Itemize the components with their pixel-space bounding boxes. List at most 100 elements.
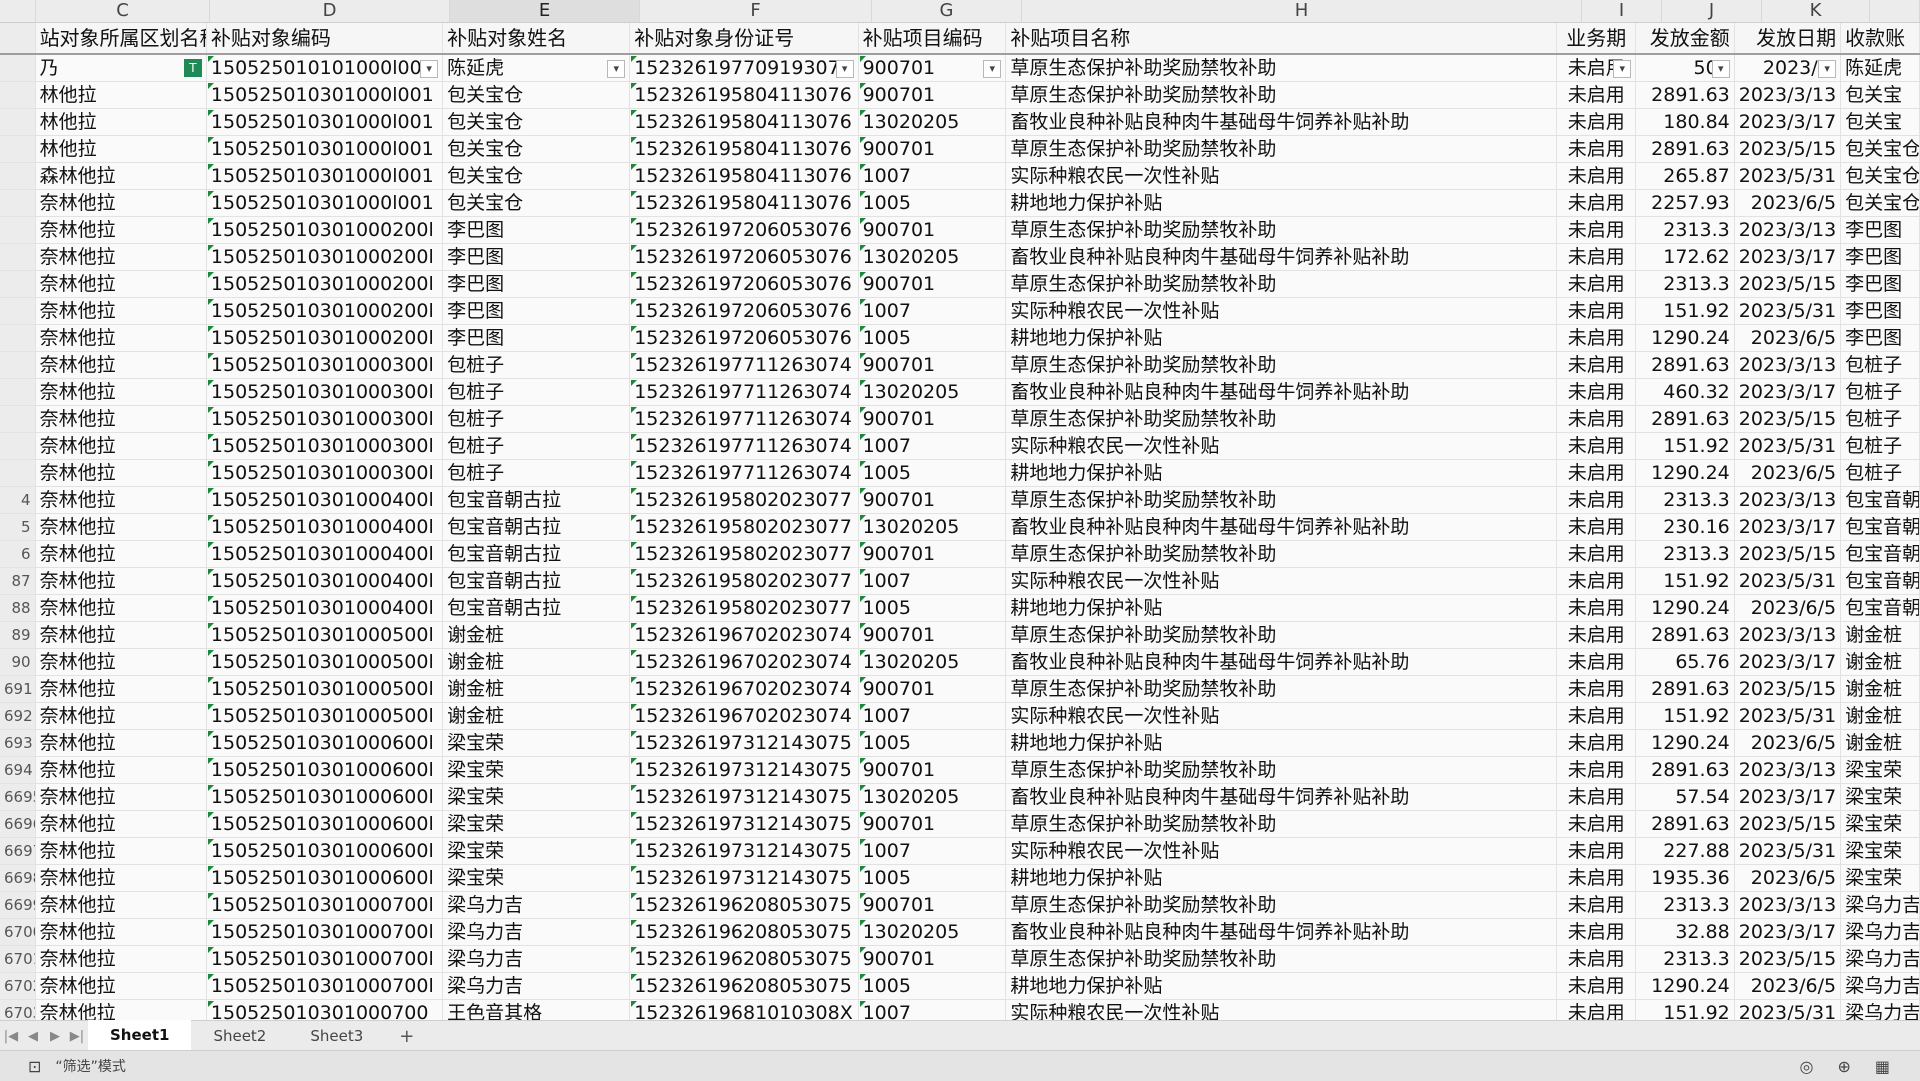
id-number-cell[interactable]: 152326197709193070 ▾ (630, 55, 859, 81)
business-period-cell[interactable]: 未启用 ▾ (1557, 55, 1637, 81)
payee-cell[interactable]: 包宝音朝古拉 (1841, 541, 1920, 567)
region-cell[interactable]: 奈林他拉 (36, 244, 207, 270)
filter-dropdown-icon[interactable]: ▾ (420, 60, 439, 78)
header-business-period[interactable]: 业务期 (1557, 23, 1637, 53)
amount-cell[interactable]: 1290.24 (1636, 973, 1735, 999)
amount-cell[interactable]: 65.76 (1636, 649, 1735, 675)
item-name-cell[interactable]: 实际种粮农民一次性补贴 (1006, 1000, 1558, 1020)
object-code-cell[interactable]: 150525010301000300l (207, 379, 444, 405)
item-code-cell[interactable]: 900701 (859, 352, 1007, 378)
object-code-cell[interactable]: 150525010301000600l (207, 730, 444, 756)
amount-cell[interactable]: 505▾ (1636, 55, 1735, 81)
item-name-cell[interactable]: 草原生态保护补助奖励禁牧补助 (1006, 757, 1558, 783)
header-payee[interactable]: 收款账 (1841, 23, 1920, 53)
object-code-cell[interactable]: 150525010301000600l (207, 811, 444, 837)
object-code-cell[interactable]: 150525010301000400l (207, 514, 444, 540)
item-name-cell[interactable]: 草原生态保护补助奖励禁牧补助 (1006, 811, 1558, 837)
object-name-cell[interactable]: 包关宝仓 (443, 136, 631, 162)
payee-cell[interactable]: 包桩子 (1841, 352, 1920, 378)
business-period-cell[interactable]: 未启用 (1557, 811, 1637, 837)
payee-cell[interactable]: 包宝音朝古拉 (1841, 595, 1920, 621)
item-name-cell[interactable]: 实际种粮农民一次性补贴 (1006, 433, 1558, 459)
payee-cell[interactable]: 梁乌力吉 (1841, 1000, 1920, 1020)
row-number[interactable] (0, 244, 36, 270)
amount-cell[interactable]: 2313.3 (1636, 541, 1735, 567)
business-period-cell[interactable]: 未启用 (1557, 919, 1637, 945)
select-all-corner[interactable] (0, 0, 36, 22)
item-name-cell[interactable]: 畜牧业良种补贴良种肉牛基础母牛饲养补贴补助 (1006, 919, 1558, 945)
id-number-cell[interactable]: 152326197312143075 (630, 838, 859, 864)
first-sheet-icon[interactable]: |◀ (0, 1029, 22, 1044)
id-number-cell[interactable]: 152326197206053076 (630, 298, 859, 324)
region-cell[interactable]: 奈林他拉 (36, 406, 207, 432)
date-cell[interactable]: 2023/6/5 (1735, 460, 1842, 486)
region-cell[interactable]: 奈林他拉 (36, 568, 207, 594)
amount-cell[interactable]: 2313.3 (1636, 946, 1735, 972)
region-cell[interactable]: 奈林他拉 (36, 676, 207, 702)
row-number[interactable] (0, 136, 36, 162)
date-cell[interactable]: 2023/3/13 (1735, 217, 1842, 243)
object-code-cell[interactable]: 150525010301000600l (207, 838, 444, 864)
row-number[interactable]: 6697 (0, 838, 36, 864)
id-number-cell[interactable]: 152326195804113076 (630, 190, 859, 216)
column-letter-e[interactable]: E (450, 0, 640, 22)
id-number-cell[interactable]: 152326195802023077 (630, 487, 859, 513)
date-cell[interactable]: 2023/5/31 (1735, 163, 1842, 189)
table-row[interactable]: 6699奈林他拉 150525010301000700l 梁乌力吉 152326196… (0, 892, 1920, 919)
region-cell[interactable]: 奈林他拉 (36, 379, 207, 405)
row-number[interactable]: 87 (0, 568, 36, 594)
column-letter-g[interactable]: G (872, 0, 1022, 22)
item-code-cell[interactable]: 900701 (859, 541, 1007, 567)
id-number-cell[interactable]: 152326195802023077 (630, 595, 859, 621)
row-number[interactable] (0, 271, 36, 297)
date-cell[interactable]: 2023/3/13 (1735, 352, 1842, 378)
row-number[interactable] (0, 109, 36, 135)
id-number-cell[interactable]: 152326196702023074 (630, 703, 859, 729)
date-cell[interactable]: 2023/5/31 (1735, 703, 1842, 729)
table-row[interactable]: 693 奈林他拉 150525010301000600l 梁宝荣 15232619731… (0, 730, 1920, 757)
amount-cell[interactable]: 2891.63 (1636, 82, 1735, 108)
id-number-cell[interactable]: 152326197206053076 (630, 325, 859, 351)
item-name-cell[interactable]: 耕地地力保护补贴 (1006, 595, 1558, 621)
date-cell[interactable]: 2023/3/17 (1735, 379, 1842, 405)
item-code-cell[interactable]: 1007 (859, 433, 1007, 459)
payee-cell[interactable]: 李巴图 (1841, 325, 1920, 351)
row-number[interactable]: 6698 (0, 865, 36, 891)
id-number-cell[interactable]: 152326197711263074 (630, 352, 859, 378)
date-cell[interactable]: 2023/5/15 (1735, 541, 1842, 567)
id-number-cell[interactable]: 152326195802023077 (630, 541, 859, 567)
region-cell[interactable]: 奈林他拉 (36, 433, 207, 459)
payee-cell[interactable]: 包宝音朝古拉 (1841, 568, 1920, 594)
amount-cell[interactable]: 227.88 (1636, 838, 1735, 864)
object-name-cell[interactable]: 包桩子 (443, 406, 631, 432)
item-code-cell[interactable]: 1005 (859, 973, 1007, 999)
region-cell[interactable]: 奈林他拉 (36, 325, 207, 351)
last-sheet-icon[interactable]: ▶| (66, 1029, 88, 1044)
business-period-cell[interactable]: 未启用 (1557, 433, 1637, 459)
date-cell[interactable]: 2023/3/17 (1735, 109, 1842, 135)
object-name-cell[interactable]: 李巴图 (443, 217, 631, 243)
table-row[interactable]: 694 奈林他拉 150525010301000600l 梁宝荣 15232619731… (0, 757, 1920, 784)
business-period-cell[interactable]: 未启用 (1557, 514, 1637, 540)
business-period-cell[interactable]: 未启用 (1557, 487, 1637, 513)
id-number-cell[interactable]: 152326196702023074 (630, 649, 859, 675)
region-cell[interactable]: 林他拉 (36, 82, 207, 108)
row-number[interactable]: 88 (0, 595, 36, 621)
item-name-cell[interactable]: 实际种粮农民一次性补贴 (1006, 163, 1558, 189)
object-name-cell[interactable]: 李巴图 (443, 325, 631, 351)
object-name-cell[interactable]: 陈延虎 ▾ (443, 55, 631, 81)
date-cell[interactable]: 2023/6/5 (1735, 190, 1842, 216)
payee-cell[interactable]: 梁宝荣 (1841, 811, 1920, 837)
row-number[interactable]: 6695 (0, 784, 36, 810)
item-code-cell[interactable]: 1005 (859, 325, 1007, 351)
item-name-cell[interactable]: 耕地地力保护补贴 (1006, 973, 1558, 999)
table-row[interactable]: 6701奈林他拉 150525010301000700l 梁乌力吉 152326196… (0, 946, 1920, 973)
amount-cell[interactable]: 151.92 (1636, 298, 1735, 324)
region-cell[interactable]: 奈林他拉 (36, 271, 207, 297)
payee-cell[interactable]: 谢金桩 (1841, 649, 1920, 675)
row-number[interactable]: 89 (0, 622, 36, 648)
spreadsheet-grid[interactable]: C D E F G H I J K 站对象所属区划名称 补贴对象编码 补贴对象姓… (0, 0, 1920, 1020)
amount-cell[interactable]: 1290.24 (1636, 595, 1735, 621)
business-period-cell[interactable]: 未启用 (1557, 541, 1637, 567)
id-number-cell[interactable]: 152326197206053076 (630, 217, 859, 243)
